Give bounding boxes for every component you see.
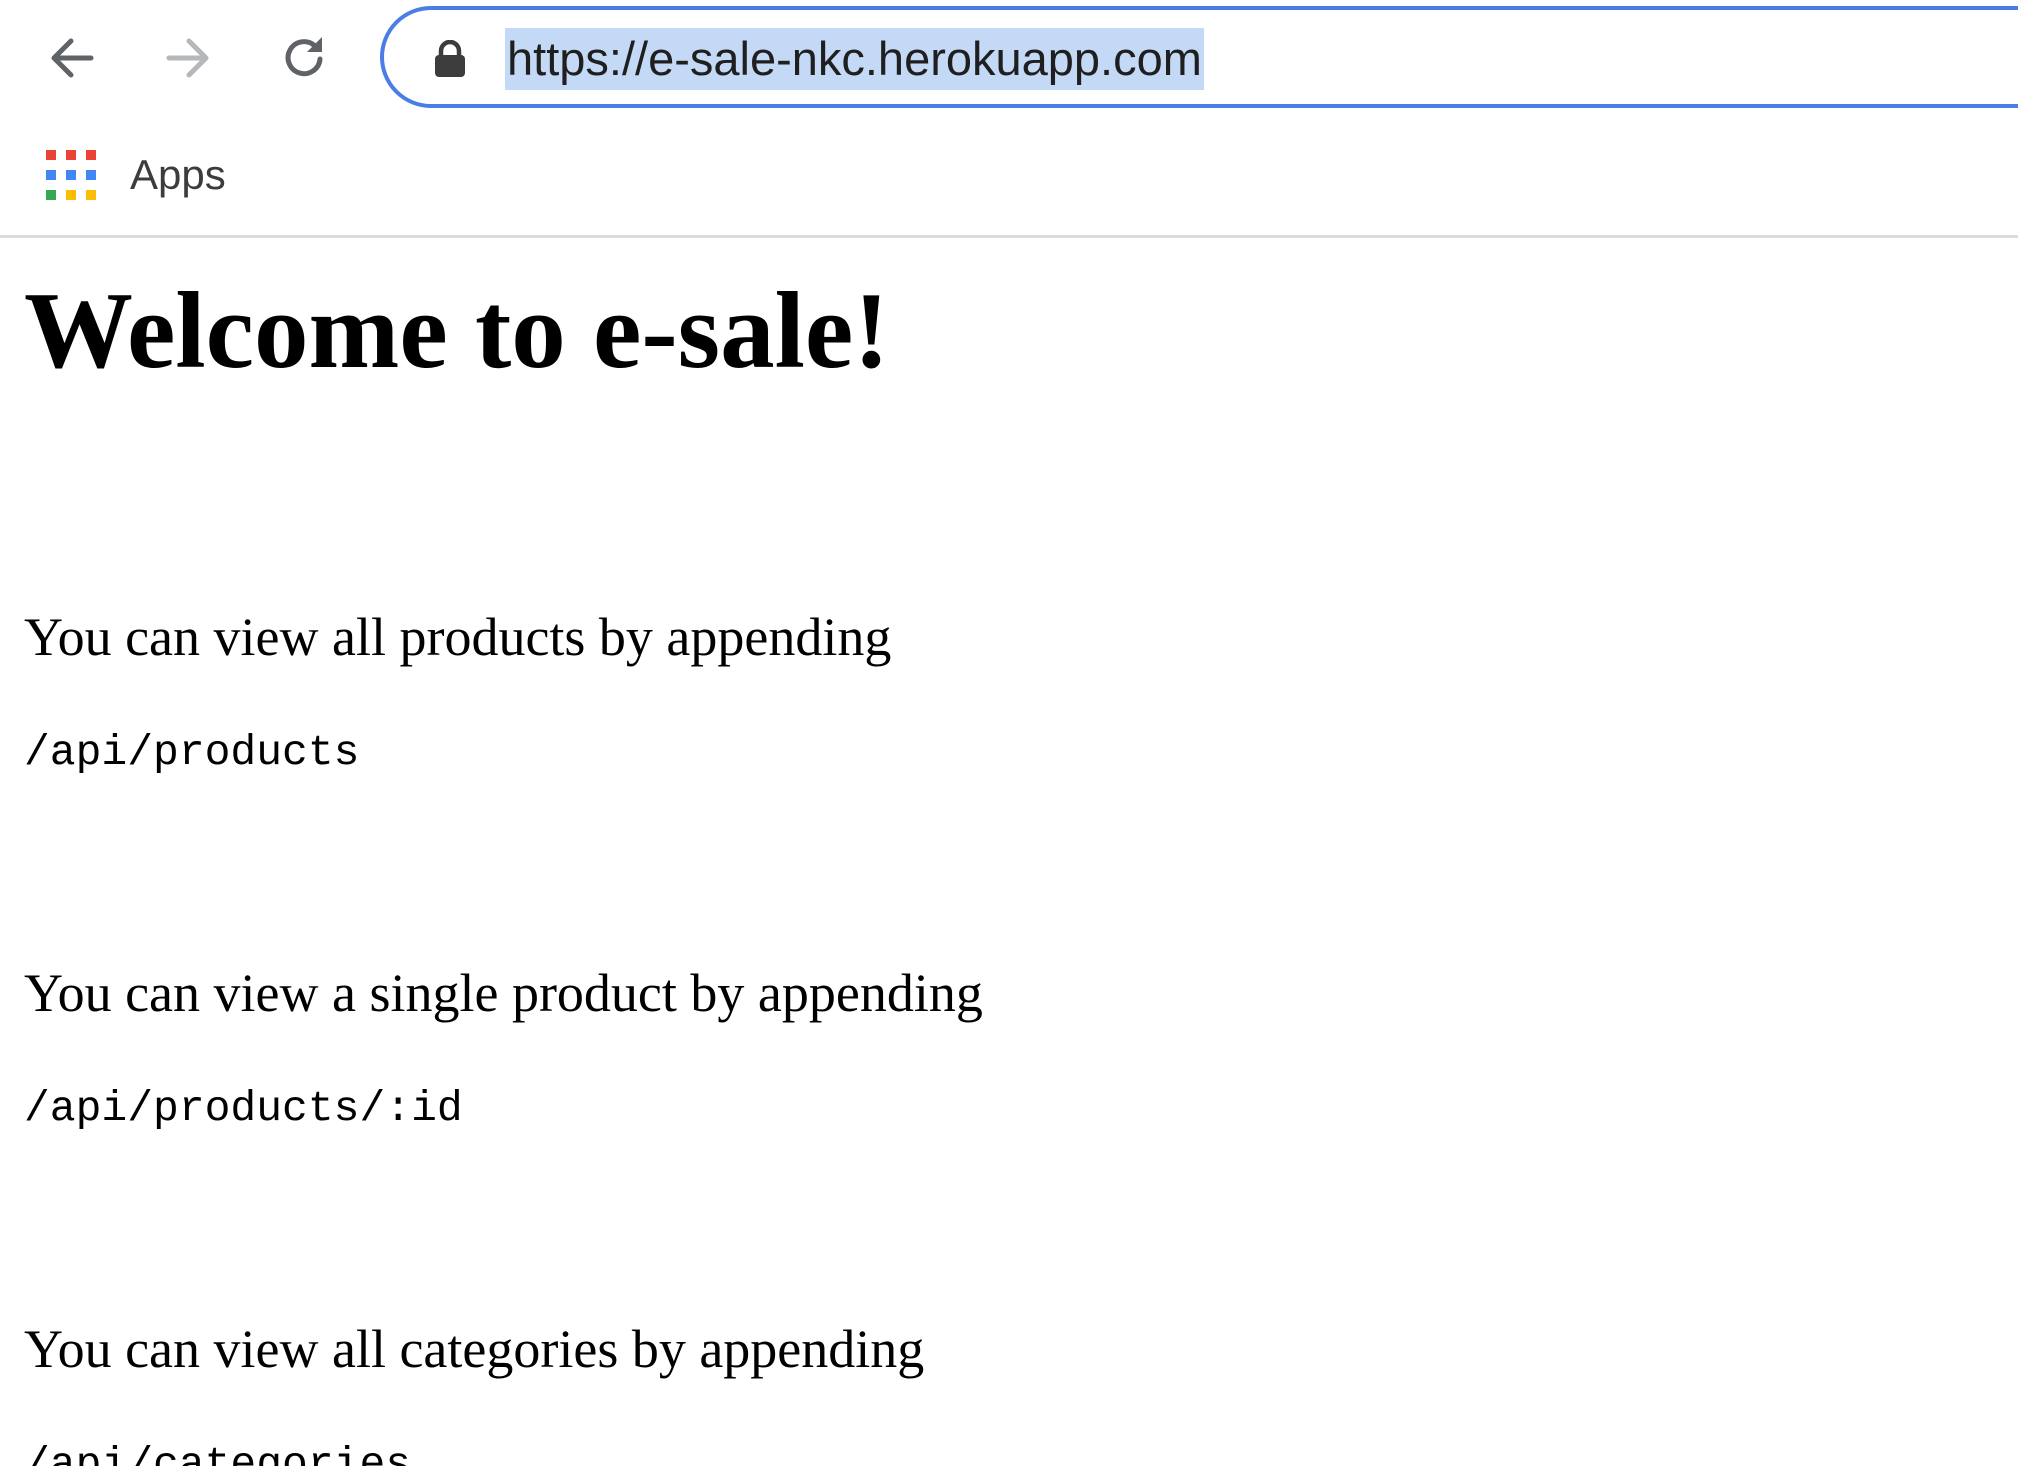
url-text[interactable]: https://e-sale-nkc.herokuapp.com bbox=[505, 28, 1204, 90]
arrow-right-icon bbox=[166, 38, 209, 78]
instruction-text: You can view all categories by appending bbox=[24, 1319, 925, 1379]
instruction-text: You can view a single product by appendi… bbox=[24, 963, 983, 1023]
apps-grid-dot bbox=[46, 190, 56, 200]
apps-grid-dot bbox=[66, 170, 76, 180]
apps-grid-dot bbox=[66, 190, 76, 200]
apps-grid-dot bbox=[86, 190, 96, 200]
apps-grid-dot bbox=[86, 170, 96, 180]
lock-icon bbox=[435, 40, 465, 77]
back-button[interactable] bbox=[36, 22, 108, 94]
apps-grid-dot bbox=[66, 150, 76, 160]
address-bar[interactable]: https://e-sale-nkc.herokuapp.com bbox=[380, 6, 2018, 108]
instruction-text: You can view all products by appending bbox=[24, 607, 892, 667]
apps-grid-icon bbox=[46, 150, 96, 200]
endpoint-code: /api/products/:id bbox=[24, 1084, 463, 1133]
apps-label: Apps bbox=[130, 151, 226, 198]
apps-grid-dot bbox=[86, 150, 96, 160]
endpoint-code: /api/products bbox=[24, 728, 360, 777]
bookmarks-bar: Apps bbox=[0, 118, 2018, 238]
forward-button[interactable] bbox=[152, 22, 224, 94]
apps-grid-dot bbox=[46, 170, 56, 180]
endpoint-code: /api/categories bbox=[24, 1440, 412, 1466]
apps-shortcut[interactable]: Apps bbox=[46, 146, 226, 204]
browser-window: https://e-sale-nkc.herokuapp.com Apps We… bbox=[0, 0, 2018, 1466]
page-title: Welcome to e-sale! bbox=[24, 270, 890, 391]
arrow-left-icon bbox=[51, 38, 94, 78]
browser-toolbar: https://e-sale-nkc.herokuapp.com bbox=[0, 0, 2018, 118]
page-content: Welcome to e-sale! You can view all prod… bbox=[0, 238, 2018, 1466]
reload-button[interactable] bbox=[268, 22, 340, 94]
apps-grid-dot bbox=[46, 150, 56, 160]
reload-icon bbox=[285, 37, 323, 77]
